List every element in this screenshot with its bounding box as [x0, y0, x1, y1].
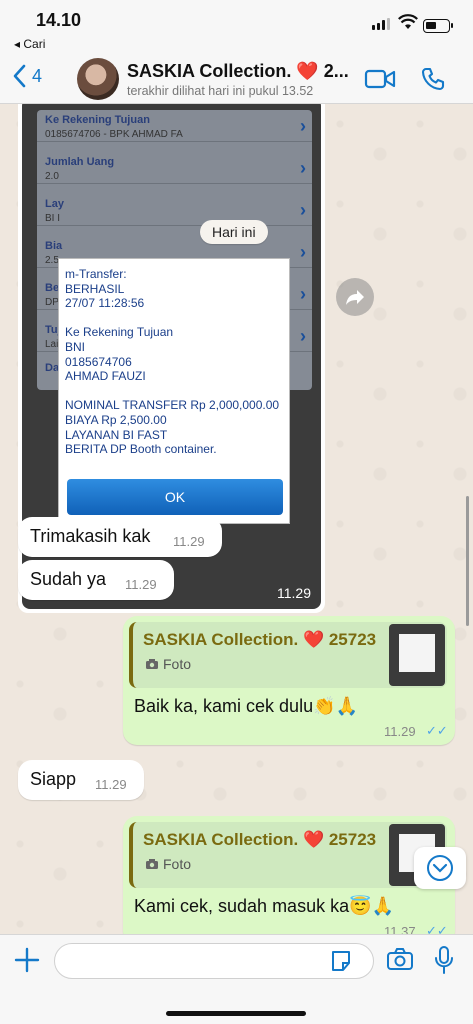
forward-icon: [346, 290, 364, 305]
transfer-details: m-Transfer: BERHASIL 27/07 11:28:56 Ke R…: [65, 267, 280, 457]
quoted-message[interactable]: SASKIA Collection. ❤️ 25723 Foto: [129, 622, 447, 688]
camera-icon[interactable]: [386, 947, 414, 971]
message-time: 11.29: [277, 585, 311, 601]
incoming-message[interactable]: Siapp 11.29: [18, 760, 144, 800]
video-call-icon[interactable]: [364, 68, 396, 90]
ok-button: OK: [67, 479, 283, 515]
battery-icon: [423, 19, 453, 33]
microphone-icon[interactable]: [434, 945, 454, 975]
message-time: 11.37: [384, 924, 416, 934]
list-item: Ke Rekening Tujuan 0185674706 - BPK AHMAD…: [37, 110, 312, 142]
message-text: Siapp: [30, 769, 77, 789]
status-bar: 14.10 ◂ Cari: [0, 0, 473, 56]
phone-call-icon[interactable]: [420, 66, 446, 92]
message-input-bar: [0, 934, 473, 1024]
outgoing-message[interactable]: SASKIA Collection. ❤️ 25723 Foto Baik ka…: [123, 616, 455, 745]
forward-button[interactable]: [336, 278, 374, 316]
read-ticks-icon: ✓✓: [426, 923, 448, 934]
chat-area[interactable]: Ke Rekening Tujuan 0185674706 - BPK AHMAD…: [0, 104, 473, 934]
incoming-message[interactable]: Trimakasih kak 11.29: [18, 517, 222, 557]
sticker-icon[interactable]: [329, 949, 353, 973]
chevron-down-icon: [427, 855, 453, 881]
message-time: 11.29: [384, 724, 416, 739]
back-app-label: Cari: [23, 37, 46, 51]
message-time: 11.29: [95, 777, 127, 792]
message-time: 11.29: [173, 534, 205, 549]
scrollbar[interactable]: [466, 496, 469, 626]
list-item: Lay BI I ›: [37, 194, 312, 226]
message-input[interactable]: [54, 943, 374, 979]
home-indicator: [166, 1011, 306, 1016]
message-text: Baik ka, kami cek dulu👏🙏: [134, 696, 358, 716]
quoted-thumbnail: [389, 624, 445, 686]
contact-name[interactable]: SASKIA Collection. ❤️ 2...: [127, 61, 357, 82]
quoted-sender: SASKIA Collection. ❤️ 25723: [143, 830, 377, 849]
message-text: Kami cek, sudah masuk ka😇🙏: [134, 896, 394, 916]
transfer-dialog: m-Transfer: BERHASIL 27/07 11:28:56 Ke R…: [58, 258, 290, 524]
scroll-to-bottom-button[interactable]: [414, 847, 466, 889]
back-button[interactable]: 4: [12, 64, 42, 88]
message-text: Sudah ya: [30, 569, 107, 589]
back-to-search-link[interactable]: ◂ Cari: [14, 37, 45, 51]
date-chip: Hari ini: [200, 220, 268, 244]
wifi-icon: [398, 14, 418, 29]
avatar[interactable]: [77, 58, 119, 100]
plus-icon[interactable]: [14, 947, 40, 973]
read-ticks-icon: ✓✓: [426, 723, 448, 738]
list-item: Jumlah Uang 2.0 ›: [37, 152, 312, 184]
outgoing-message[interactable]: SASKIA Collection. ❤️ 25723 Foto Kami ce…: [123, 816, 455, 934]
camera-icon: [146, 659, 158, 669]
message-time: 11.29: [125, 577, 157, 592]
message-text: Trimakasih kak: [30, 526, 151, 546]
quoted-type: Foto: [145, 656, 191, 672]
cellular-signal-icon: [372, 18, 390, 30]
status-time: 14.10: [36, 10, 82, 30]
quoted-type: Foto: [145, 856, 191, 872]
incoming-message[interactable]: Sudah ya 11.29: [18, 560, 174, 600]
chevron-left-icon: [13, 64, 26, 88]
quoted-message[interactable]: SASKIA Collection. ❤️ 25723 Foto: [129, 822, 447, 888]
unread-count: 4: [32, 65, 43, 86]
quoted-sender: SASKIA Collection. ❤️ 25723: [143, 630, 377, 649]
last-seen: terakhir dilihat hari ini pukul 13.52: [127, 84, 314, 98]
camera-icon: [146, 859, 158, 869]
chat-header: 4 SASKIA Collection. ❤️ 2... terakhir di…: [0, 56, 473, 104]
